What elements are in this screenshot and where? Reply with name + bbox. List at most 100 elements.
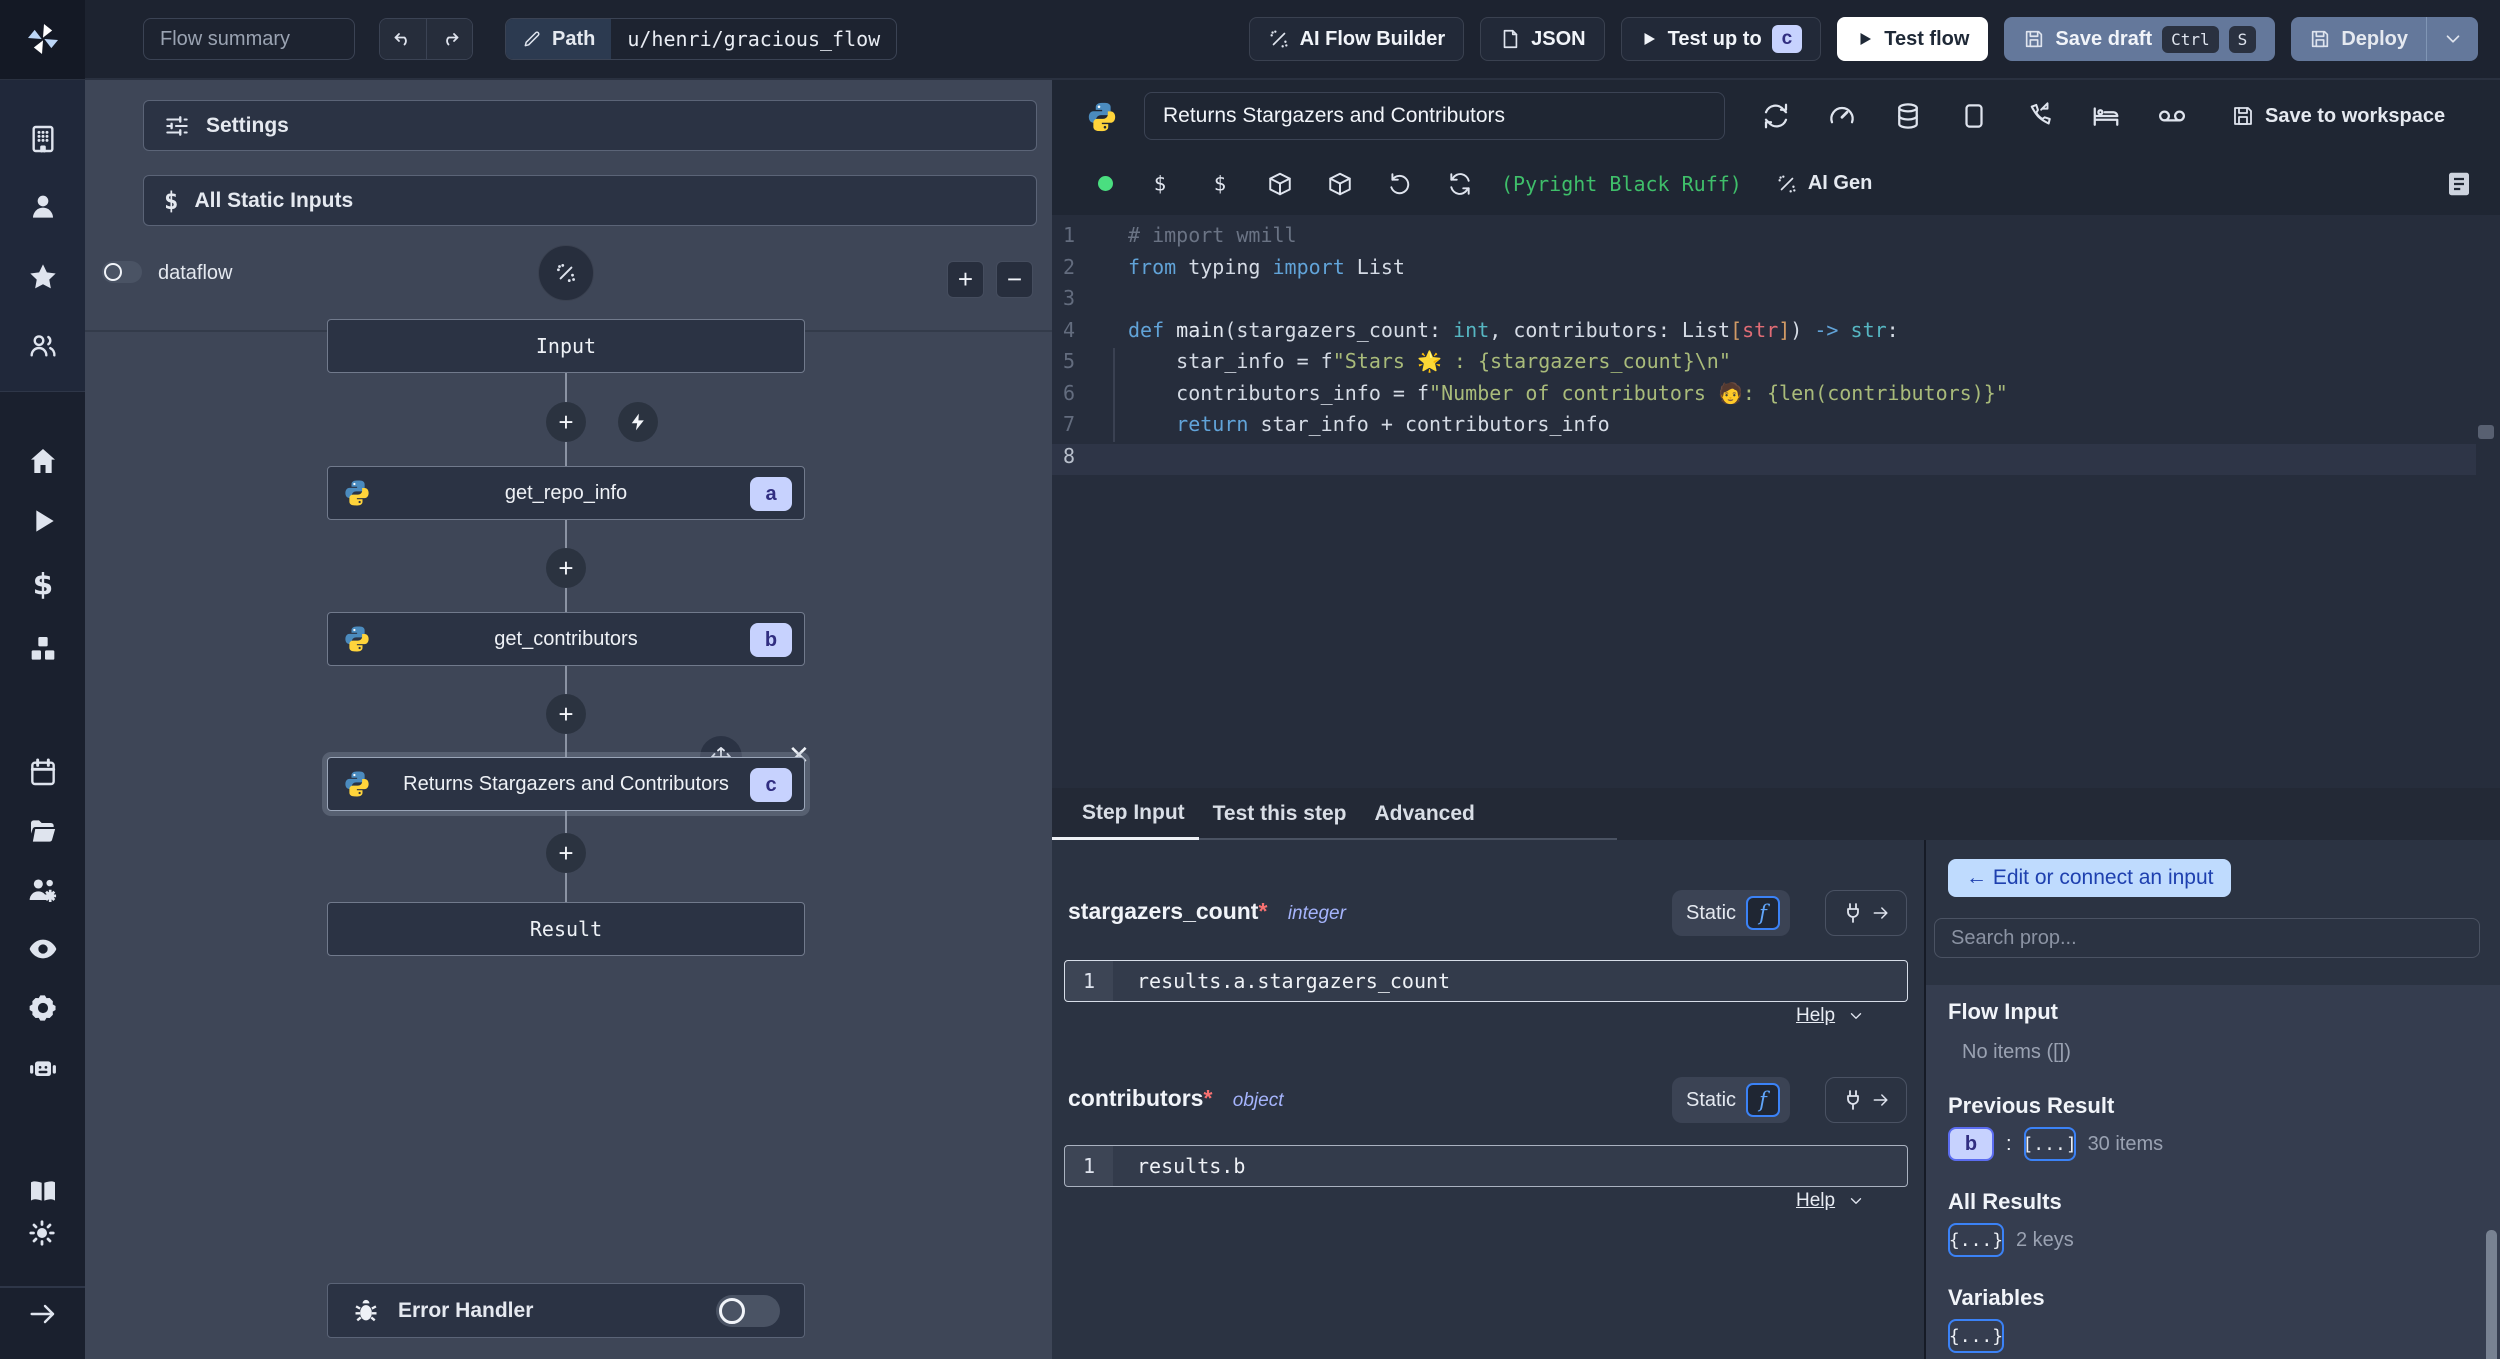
resource-dollar-icon[interactable]: $	[1207, 171, 1233, 197]
tab-test-this-step[interactable]: Test this step	[1199, 788, 1361, 840]
props-scrollbar-thumb[interactable]	[2486, 1230, 2497, 1359]
ai-flow-builder-button[interactable]: AI Flow Builder	[1248, 17, 1465, 61]
zoom-in-button[interactable]: +	[947, 261, 984, 298]
concurrency-icon[interactable]	[1959, 101, 1989, 131]
early-stop-gauge-icon[interactable]	[1827, 101, 1857, 131]
trigger-lightning-button[interactable]	[618, 402, 658, 442]
help-link[interactable]: Help	[1796, 1005, 1865, 1027]
flow-node-step-a[interactable]: get_repo_info a	[327, 466, 805, 520]
edit-or-connect-button[interactable]: ← Edit or connect an input	[1948, 859, 2232, 897]
all-static-inputs-button[interactable]: $ All Static Inputs	[143, 175, 1037, 226]
package-icon[interactable]	[1267, 171, 1293, 197]
add-step-button[interactable]: +	[546, 833, 586, 873]
workers-users-gear-icon[interactable]	[27, 874, 59, 906]
zoom-out-button[interactable]: −	[996, 261, 1033, 298]
audit-eye-icon[interactable]	[27, 933, 59, 965]
flow-summary-input[interactable]: Flow summary	[143, 18, 355, 60]
variable-dollar-icon[interactable]: $	[1147, 171, 1173, 197]
step-id-badge: a	[750, 477, 792, 511]
step-title-input[interactable]: Returns Stargazers and Contributors	[1144, 92, 1725, 140]
static-mode-toggle[interactable]: Static f	[1672, 1077, 1790, 1123]
suspend-phone-icon[interactable]	[2025, 101, 2055, 131]
reset-undo-icon[interactable]	[1387, 171, 1413, 197]
theme-sun-icon[interactable]	[27, 1218, 59, 1250]
schedules-calendar-icon[interactable]	[27, 756, 59, 788]
home-icon[interactable]	[27, 445, 59, 477]
save-draft-button[interactable]: Save draft Ctrl S	[2004, 17, 2276, 61]
favorites-star-icon[interactable]	[27, 261, 59, 293]
groups-icon[interactable]	[27, 330, 59, 362]
save-to-workspace-button[interactable]: Save to workspace	[2231, 104, 2445, 128]
path-editor[interactable]: Path u/henri/gracious_flow	[505, 18, 898, 60]
step-id-badge: b	[750, 623, 792, 657]
test-up-to-button[interactable]: Test up to c	[1620, 17, 1822, 61]
tab-advanced[interactable]: Advanced	[1360, 788, 1488, 840]
connect-input-button[interactable]	[1825, 890, 1907, 936]
expr-editor-contributors[interactable]: 1 results.b	[1064, 1145, 1908, 1187]
workspace-icon[interactable]	[27, 123, 59, 155]
user-icon[interactable]	[27, 191, 59, 223]
deploy-button[interactable]: Deploy	[2291, 17, 2426, 61]
library-book-icon[interactable]	[2444, 169, 2474, 199]
cache-database-icon[interactable]	[1893, 101, 1923, 131]
flow-node-result[interactable]: Result	[327, 902, 805, 956]
flow-node-step-b[interactable]: get_contributors b	[327, 612, 805, 666]
variables-row: {...}	[1948, 1319, 2004, 1353]
ai-robot-icon[interactable]	[27, 1052, 59, 1084]
tab-step-input[interactable]: Step Input	[1052, 788, 1199, 840]
kbd-s: S	[2228, 25, 2257, 53]
json-button[interactable]: JSON	[1480, 17, 1605, 61]
flow-settings-button[interactable]: Settings	[143, 100, 1037, 151]
reload-refresh-icon[interactable]	[1447, 171, 1473, 197]
ai-gen-button[interactable]: AI Gen	[1776, 172, 1872, 195]
file-json-icon	[1503, 29, 1518, 49]
path-value: u/henri/gracious_flow	[627, 27, 881, 51]
step-b-badge[interactable]: b	[1948, 1127, 1994, 1161]
connect-input-button[interactable]	[1825, 1077, 1907, 1123]
flow-node-input[interactable]: Input	[327, 319, 805, 373]
flow-graph-panel: Settings $ All Static Inputs dataflow + …	[85, 80, 1052, 1359]
function-mode-icon[interactable]: f	[1746, 896, 1781, 930]
sleep-bed-icon[interactable]	[2091, 101, 2121, 131]
add-step-button[interactable]: +	[546, 402, 586, 442]
resources-cubes-icon[interactable]	[27, 633, 59, 665]
variables-dollar-icon[interactable]: $	[27, 569, 59, 601]
assistant-status-dot	[1098, 176, 1113, 191]
lint-status[interactable]: (Pyright Black Ruff)	[1501, 172, 1742, 196]
folders-icon[interactable]	[27, 815, 59, 847]
object-expand-badge[interactable]: {...}	[1948, 1319, 2004, 1353]
code-editor[interactable]: 12345678 # import wmill from typing impor…	[1052, 215, 2500, 788]
add-step-button[interactable]: +	[546, 694, 586, 734]
test-flow-button[interactable]: Test flow	[1837, 17, 1989, 61]
error-handler-toggle[interactable]	[716, 1294, 780, 1327]
runs-play-icon[interactable]	[27, 505, 59, 537]
settings-gear-icon[interactable]	[27, 992, 59, 1024]
package-icon[interactable]	[1327, 171, 1353, 197]
flow-node-step-c-selected[interactable]: Returns Stargazers and Contributors c	[327, 757, 805, 811]
object-expand-badge[interactable]: {...}	[1948, 1223, 2004, 1257]
search-prop-input[interactable]: Search prop...	[1934, 918, 2480, 958]
code-scrollbar-thumb[interactable]	[2478, 425, 2494, 439]
add-step-button[interactable]: +	[546, 548, 586, 588]
undo-button[interactable]	[380, 19, 426, 59]
expand-sidebar-arrow-icon[interactable]	[27, 1298, 59, 1330]
play-icon	[1644, 33, 1655, 45]
redo-button[interactable]	[426, 19, 472, 59]
windmill-logo[interactable]	[0, 0, 85, 79]
ai-builder-wand-button[interactable]	[538, 245, 594, 301]
docs-book-icon[interactable]	[27, 1175, 59, 1207]
arrow-right-icon	[1873, 1094, 1888, 1106]
deploy-split-button: Deploy	[2291, 17, 2478, 61]
static-mode-toggle[interactable]: Static f	[1672, 890, 1790, 936]
help-link[interactable]: Help	[1796, 1190, 1865, 1212]
expr-editor-stargazers[interactable]: 1 results.a.stargazers_count	[1064, 960, 1908, 1002]
svg-text:$: $	[33, 569, 53, 601]
deploy-more-button[interactable]	[2426, 17, 2478, 61]
function-mode-icon[interactable]: f	[1746, 1083, 1781, 1117]
chevron-down-icon	[2446, 35, 2459, 43]
array-expand-badge[interactable]: [...]	[2022, 1127, 2077, 1161]
retries-icon[interactable]	[1761, 101, 1791, 131]
dataflow-toggle[interactable]	[102, 261, 142, 283]
error-handler-node[interactable]: Error Handler	[327, 1283, 805, 1338]
mock-voicemail-icon[interactable]	[2157, 101, 2187, 131]
